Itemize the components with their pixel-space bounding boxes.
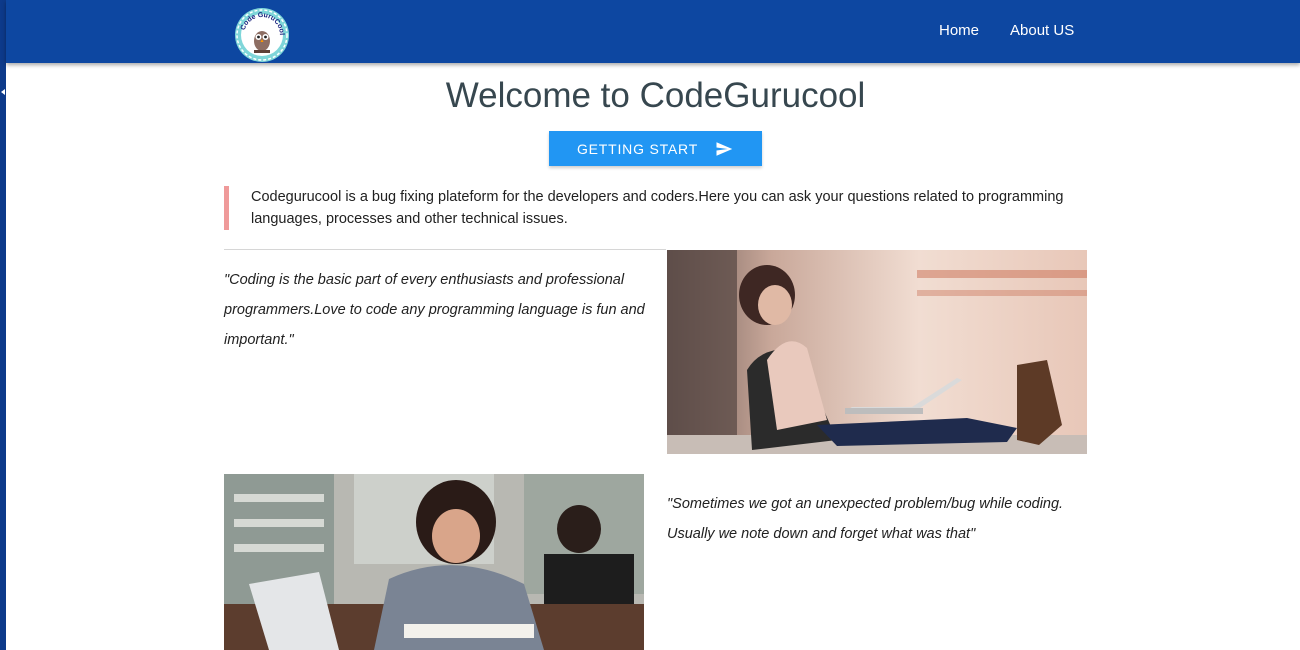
send-icon <box>716 141 733 156</box>
owl-logo-icon: Code GuruCool <box>235 8 289 62</box>
page-title: Welcome to CodeGurucool <box>445 76 866 115</box>
quote-unexpected-bug: "Sometimes we got an unexpected problem/… <box>667 496 1064 542</box>
getting-start-label: GETTING START <box>576 140 699 157</box>
site-logo[interactable]: Code GuruCool <box>232 7 292 63</box>
nav-about-link[interactable]: About US <box>1010 22 1074 39</box>
nav-home-link[interactable]: Home <box>939 22 979 39</box>
left-window-edge <box>0 0 6 650</box>
student-laptop-photo <box>667 250 1087 454</box>
top-navbar: Code GuruCool Home About US <box>6 0 1300 63</box>
section-divider <box>224 249 666 250</box>
getting-start-button[interactable]: GETTING START <box>549 131 762 166</box>
student-writing-photo <box>224 474 644 650</box>
intro-blockquote: Codegurucool is a bug fixing plateform f… <box>224 186 1084 230</box>
quote-coding: "Coding is the basic part of every enthu… <box>224 272 645 348</box>
collapse-arrow-icon[interactable] <box>1 89 5 95</box>
